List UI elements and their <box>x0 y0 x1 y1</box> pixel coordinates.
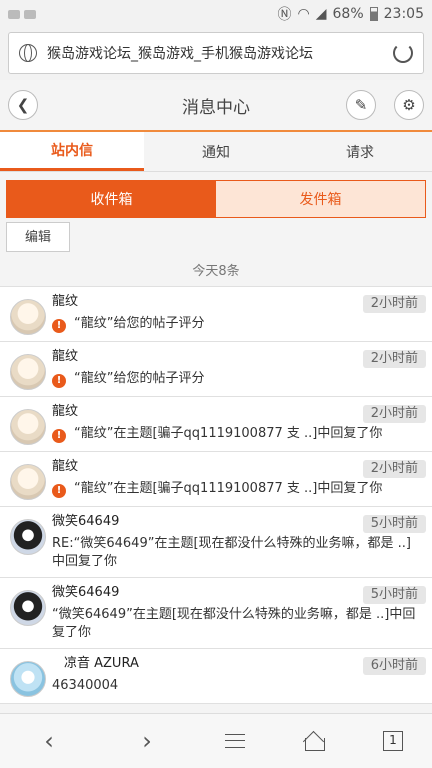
battery-icon <box>369 7 378 21</box>
time-badge: 2小时前 <box>362 350 426 368</box>
list-item[interactable]: 微笑64649 5小时前 RE:“微笑64649”在主题[现在都没什么特殊的业务… <box>0 507 432 578</box>
alert-icon: ! <box>52 374 66 388</box>
url-field[interactable]: 猴岛游戏论坛_猴岛游戏_手机猴岛游戏论坛 <box>8 32 424 74</box>
message-preview: ! “龍纹”给您的帖子评分 <box>52 370 424 388</box>
tab-notifications[interactable]: 通知 <box>144 132 288 171</box>
list-item[interactable]: 龍纹 2小时前 ! “龍纹”在主题[骗子qq1119100877 支 ..]中回复… <box>0 397 432 452</box>
list-item[interactable]: 龍纹 2小时前 ! “龍纹”给您的帖子评分 <box>0 287 432 342</box>
day-count-label: 今天8条 <box>192 264 240 279</box>
tab-requests[interactable]: 请求 <box>288 132 432 171</box>
clock: 23:05 <box>383 6 424 22</box>
forward-icon[interactable]: › <box>127 727 167 755</box>
browser-bottom-bar: ‹ › 1 <box>0 713 432 768</box>
inbox-button[interactable]: 收件箱 <box>7 181 216 217</box>
globe-icon <box>19 44 37 62</box>
time-badge: 2小时前 <box>362 460 426 478</box>
time-badge: 2小时前 <box>362 405 426 423</box>
list-item[interactable]: 龍纹 2小时前 ! “龍纹”给您的帖子评分 <box>0 342 432 397</box>
time-badge: 5小时前 <box>362 586 426 604</box>
wifi-icon: ◠ <box>297 6 310 22</box>
back-icon[interactable]: ‹ <box>29 727 69 755</box>
message-preview: ! “龍纹”在主题[骗子qq1119100877 支 ..]中回复了你 <box>52 480 424 498</box>
message-text: “微笑64649”在主题[现在都没什么特殊的业务嘛，都是 ..]中回复了你 <box>52 607 416 640</box>
time-badge: 5小时前 <box>362 515 426 533</box>
edit-icon: ✎ <box>354 96 368 114</box>
avatar[interactable] <box>10 299 46 335</box>
message-text: “龍纹”在主题[骗子qq1119100877 支 ..]中回复了你 <box>74 426 383 441</box>
edit-button[interactable]: 编辑 <box>6 222 71 252</box>
alert-icon: ! <box>52 484 66 498</box>
url-text: 猴岛游戏论坛_猴岛游戏_手机猴岛游戏论坛 <box>47 46 313 62</box>
avatar[interactable] <box>10 590 46 626</box>
compose-button[interactable]: ✎ <box>346 90 376 120</box>
chevron-left-icon: ❮ <box>16 96 30 114</box>
status-bar: Ⓝ ◠ ◢ 68% 23:05 <box>0 0 432 28</box>
message-text: RE:“微笑64649”在主题[现在都没什么特殊的业务嘛，都是 ..]中回复了你 <box>52 536 411 569</box>
notification-icons <box>8 9 278 19</box>
tab-private-messages[interactable]: 站内信 <box>0 132 144 171</box>
reload-icon[interactable] <box>393 43 413 63</box>
nfc-icon: Ⓝ <box>277 7 292 23</box>
list-item[interactable]: 微笑64649 5小时前 “微笑64649”在主题[现在都没什么特殊的业务嘛，都… <box>0 578 432 649</box>
mailbox-switch: 收件箱 发件箱 <box>6 180 426 218</box>
gear-icon: ⚙ <box>402 96 416 114</box>
menu-icon[interactable] <box>225 734 245 748</box>
alert-icon: ! <box>52 319 66 333</box>
avatar[interactable] <box>10 519 46 555</box>
tab-count-button[interactable]: 1 <box>383 731 403 751</box>
list-item[interactable]: 龍纹 2小时前 ! “龍纹”在主题[骗子qq1119100877 支 ..]中回复… <box>0 452 432 507</box>
outbox-button[interactable]: 发件箱 <box>216 181 425 217</box>
cloud-icon <box>24 9 36 19</box>
back-button[interactable]: ❮ <box>8 90 38 120</box>
message-text: “龍纹”给您的帖子评分 <box>74 316 205 331</box>
list-item[interactable]: 凉音 AZURA 6小时前 46340004 <box>0 649 432 704</box>
avatar[interactable] <box>10 409 46 445</box>
message-text: 46340004 <box>52 678 119 693</box>
time-badge: 6小时前 <box>362 657 426 675</box>
battery-percent: 68% <box>332 6 364 22</box>
message-list: 龍纹 2小时前 ! “龍纹”给您的帖子评分 龍纹 2小时前 ! “龍纹”给您的帖子评… <box>0 286 432 704</box>
avatar[interactable] <box>10 354 46 390</box>
photo-icon <box>8 9 20 19</box>
settings-button[interactable]: ⚙ <box>394 90 424 120</box>
message-text: “龍纹”给您的帖子评分 <box>74 371 205 386</box>
message-preview: ! “龍纹”给您的帖子评分 <box>52 315 424 333</box>
message-preview: ! “龍纹”在主题[骗子qq1119100877 支 ..]中回复了你 <box>52 425 424 443</box>
signal-icon: ◢ <box>315 6 327 22</box>
avatar[interactable] <box>10 464 46 500</box>
alert-icon: ! <box>52 429 66 443</box>
page-header: ❮ 消息中心 ✎ ⚙ <box>0 80 432 132</box>
browser-address-bar: 猴岛游戏论坛_猴岛游戏_手机猴岛游戏论坛 <box>0 28 432 80</box>
message-text: “龍纹”在主题[骗子qq1119100877 支 ..]中回复了你 <box>74 481 383 496</box>
time-badge: 2小时前 <box>362 295 426 313</box>
message-tabs: 站内信 通知 请求 <box>0 132 432 172</box>
avatar[interactable] <box>10 661 46 697</box>
home-icon[interactable] <box>303 731 325 751</box>
